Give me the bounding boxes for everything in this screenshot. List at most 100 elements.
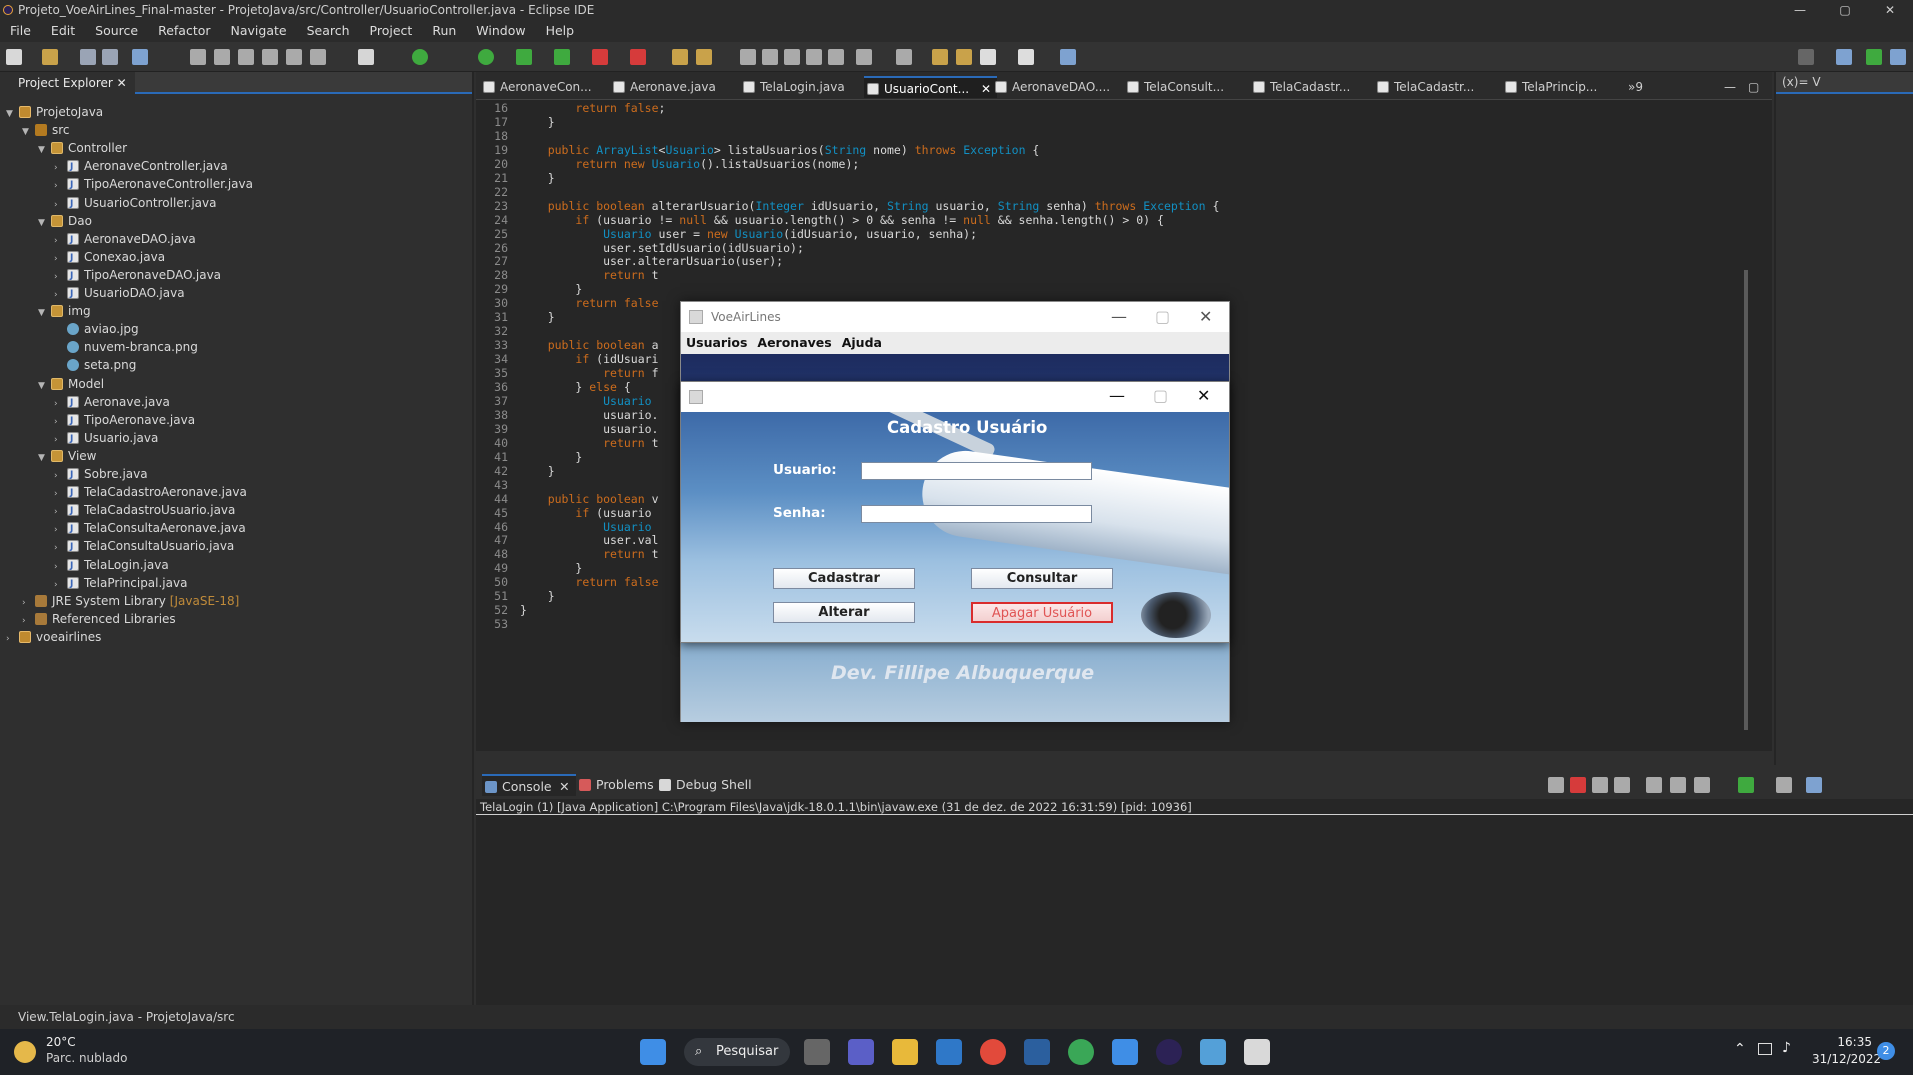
horizontal-scrollbar[interactable] (476, 751, 1772, 765)
teams-icon[interactable] (848, 1039, 874, 1065)
suspend-icon[interactable] (214, 49, 230, 65)
tree-item[interactable]: ›Usuario.java (54, 429, 158, 448)
editor-tab[interactable]: AeronaveDAO.... (992, 76, 1110, 98)
maximize-view-icon[interactable]: ▢ (1748, 76, 1759, 98)
tree-item[interactable]: seta.png (54, 356, 136, 374)
back-icon[interactable] (980, 49, 996, 65)
block-select-icon[interactable] (784, 49, 800, 65)
editor-tab[interactable]: TelaLogin.java (740, 76, 845, 98)
editor-tab[interactable]: AeronaveCon... (480, 76, 592, 98)
consultar-button[interactable]: Consultar (971, 568, 1113, 589)
maximize-button[interactable]: ▢ (1822, 0, 1868, 20)
variables-tab[interactable]: (x)= V (1782, 75, 1821, 89)
remove-all-icon[interactable] (1592, 777, 1608, 793)
close-tab-icon[interactable]: ✕ (117, 76, 127, 90)
tree-item[interactable]: ›AeronaveController.java (54, 157, 228, 176)
editor-tab[interactable]: TelaPrincip... (1502, 76, 1597, 98)
bookmark-icon[interactable] (630, 49, 646, 65)
tree-item[interactable]: ›TipoAeronave.java (54, 411, 195, 430)
terminate-icon[interactable] (238, 49, 254, 65)
search-icon[interactable] (1798, 49, 1814, 65)
menu-aeronaves[interactable]: Aeronaves (752, 332, 836, 354)
maximize-icon[interactable]: ▢ (1155, 302, 1170, 332)
word-wrap-console-icon[interactable] (1670, 777, 1686, 793)
step-over-icon[interactable] (286, 49, 302, 65)
app-icon[interactable] (1200, 1039, 1226, 1065)
tree-item[interactable]: aviao.jpg (54, 320, 139, 338)
tree-item[interactable]: › JRE System Library [JavaSE-18] (22, 592, 239, 610)
code-line[interactable]: } (520, 463, 555, 480)
project-explorer-tab[interactable]: Project Explorer ✕ (0, 72, 135, 94)
tree-item[interactable]: ›Sobre.java (54, 465, 148, 484)
tree-item[interactable]: ›TelaPrincipal.java (54, 574, 187, 593)
tree-item[interactable]: ›AeronaveDAO.java (54, 230, 196, 249)
menu-usuarios[interactable]: Usuarios (681, 332, 752, 354)
tree-item[interactable]: ›TelaConsultaAeronave.java (54, 519, 246, 538)
clock-date[interactable]: 31/12/2022 (1812, 1052, 1881, 1066)
highlight-icon[interactable] (762, 49, 778, 65)
tree-item[interactable]: ›TelaCadastroAeronave.java (54, 483, 247, 502)
usuario-input[interactable] (861, 462, 1092, 480)
menu-window[interactable]: Window (466, 20, 535, 42)
close-icon[interactable]: ✕ (1197, 386, 1210, 405)
maximize-icon[interactable]: ▢ (1153, 386, 1168, 405)
start-icon[interactable] (640, 1039, 666, 1065)
step-return-icon[interactable] (310, 49, 326, 65)
tree-item[interactable]: ›UsuarioController.java (54, 194, 217, 213)
show-on-output-icon[interactable] (1694, 777, 1710, 793)
open-console-icon[interactable] (1806, 777, 1822, 793)
close-tab-icon[interactable]: ✕ (559, 776, 569, 798)
tab-console[interactable]: Console ✕ (482, 774, 576, 796)
tree-item[interactable]: ›TipoAeronaveDAO.java (54, 266, 221, 285)
chevron-up-icon[interactable]: ⌃ (1734, 1041, 1746, 1057)
menu-help[interactable]: Help (536, 20, 585, 42)
tab-debug-shell[interactable]: Debug Shell (656, 774, 752, 796)
menu-run[interactable]: Run (422, 20, 466, 42)
search-task-icon[interactable] (696, 49, 712, 65)
annotation-icon[interactable] (740, 49, 756, 65)
forward-icon[interactable] (1018, 49, 1034, 65)
tree-item[interactable]: ›TelaLogin.java (54, 556, 169, 575)
vscode-icon[interactable] (1024, 1039, 1050, 1065)
editor-tab-active[interactable]: UsuarioCont... ✕ (864, 76, 998, 100)
last-edit-icon[interactable] (932, 49, 948, 65)
debug-icon[interactable] (412, 49, 428, 65)
code-line[interactable]: return new Usuario().listaUsuarios(nome)… (520, 156, 859, 173)
tree-item[interactable]: › voeairlines (6, 628, 101, 646)
clear-console-icon[interactable] (1614, 777, 1630, 793)
chevron-down-icon[interactable]: ▼ (38, 304, 48, 322)
stop-icon[interactable] (592, 49, 608, 65)
chevron-down-icon[interactable]: ▼ (38, 449, 48, 467)
open-type-icon[interactable] (672, 49, 688, 65)
volume-icon[interactable]: ♪ (1782, 1040, 1791, 1056)
tree-item[interactable]: ›Conexao.java (54, 248, 165, 267)
minimize-button[interactable]: — (1777, 0, 1823, 20)
run-icon[interactable] (478, 49, 494, 65)
clock-time[interactable]: 16:35 (1812, 1035, 1872, 1049)
save-icon[interactable] (80, 49, 96, 65)
close-tab-icon[interactable]: ✕ (981, 78, 991, 100)
code-line[interactable]: } (520, 602, 527, 619)
terminal-icon[interactable] (132, 49, 148, 65)
close-icon[interactable]: ✕ (1199, 302, 1212, 332)
search-box[interactable]: ⌕ Pesquisar (684, 1038, 790, 1066)
chrome-profile-icon[interactable] (1068, 1039, 1094, 1065)
menu-file[interactable]: File (0, 20, 41, 42)
tree-item[interactable]: ▼ ProjetoJava (6, 103, 103, 121)
new-icon[interactable] (6, 49, 22, 65)
menu-edit[interactable]: Edit (41, 20, 85, 42)
minimize-icon[interactable]: — (1111, 302, 1127, 332)
task-view-icon[interactable] (804, 1039, 830, 1065)
file-explorer-icon[interactable] (892, 1039, 918, 1065)
tree-item[interactable]: nuvem-branca.png (54, 338, 198, 356)
menu-source[interactable]: Source (85, 20, 148, 42)
tree-item[interactable]: ›TelaCadastroUsuario.java (54, 501, 235, 520)
remove-launch-icon[interactable] (1548, 777, 1564, 793)
tree-item[interactable]: ▼ Controller (38, 139, 127, 157)
tree-item[interactable]: › Referenced Libraries (22, 610, 176, 628)
scroll-lock-icon[interactable] (1646, 777, 1662, 793)
chevron-down-icon[interactable]: ▼ (6, 105, 16, 123)
network-icon[interactable] (1758, 1043, 1772, 1055)
calculator-icon[interactable] (1112, 1039, 1138, 1065)
vertical-scrollbar[interactable] (1744, 270, 1748, 730)
